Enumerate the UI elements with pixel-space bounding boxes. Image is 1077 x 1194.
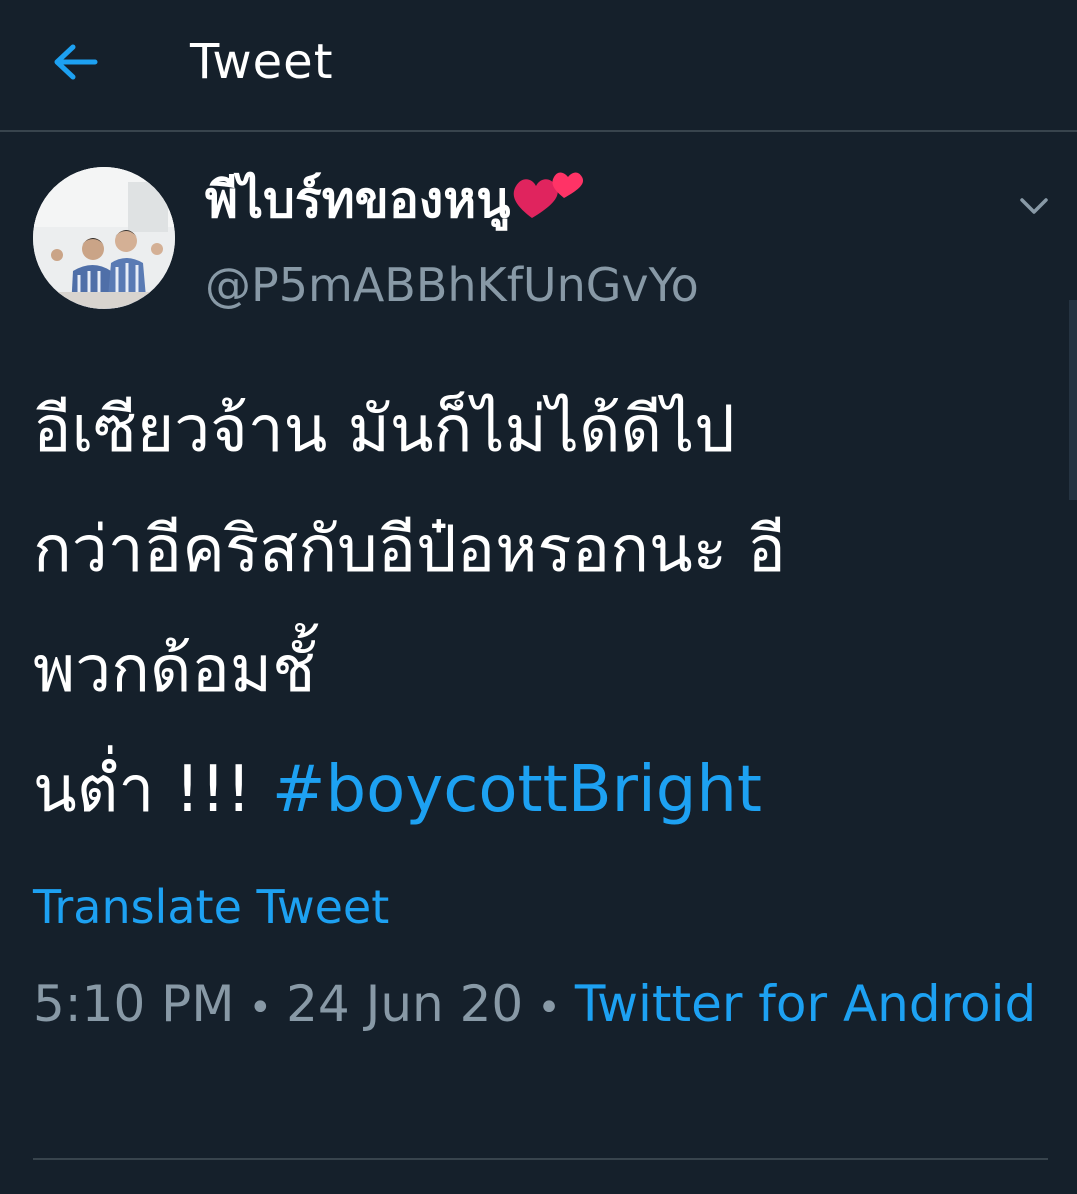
tweet-text: อีเซียวจ้าน มันก็ไม่ได้ดีไป กว่าอีคริสกั… [33, 370, 1043, 850]
two-hearts-icon [512, 162, 584, 245]
scrollbar[interactable] [1069, 300, 1077, 500]
meta-separator: • [537, 984, 561, 1031]
tweet-text-line-last: นต่ำ !!! #boycottBright [33, 730, 1043, 850]
tweet-time: 5:10 PM [33, 975, 235, 1033]
top-app-bar: Tweet [0, 0, 1077, 132]
tweet-detail-screen: Tweet พีไบร์ทของหนู @P5mABBhKfUnGvYo อีเ… [0, 0, 1077, 1194]
display-name-text: พีไบร์ทของหนู [205, 171, 511, 229]
translate-tweet-link[interactable]: Translate Tweet [33, 872, 389, 942]
divider [33, 1158, 1048, 1160]
tweet-source-link[interactable]: Twitter for Android [575, 975, 1036, 1033]
tweet-text-line: กว่าอีคริสกับอีป๋อหรอกนะ อี [33, 513, 786, 587]
display-name[interactable]: พีไบร์ทของหนู [205, 160, 584, 245]
more-options-button[interactable] [1012, 186, 1056, 226]
page-title: Tweet [190, 34, 334, 90]
tweet-text-fragment: นต่ำ !!! [33, 753, 272, 827]
avatar[interactable] [33, 167, 175, 309]
user-handle[interactable]: @P5mABBhKfUnGvYo [205, 250, 699, 320]
tweet-date: 24 Jun 20 [286, 975, 524, 1033]
tweet-metadata: 5:10 PM • 24 Jun 20 • Twitter for Android [33, 962, 1043, 1050]
hashtag-link[interactable]: #boycottBright [272, 753, 762, 827]
chevron-down-icon [1020, 198, 1048, 214]
tweet-text-line: อีเซียวจ้าน มันก็ไม่ได้ดีไป [33, 393, 735, 467]
back-button[interactable] [40, 30, 110, 94]
meta-separator: • [248, 984, 273, 1031]
tweet-text-line: พวกด้อมชั้ [33, 633, 316, 707]
avatar-photo [33, 167, 175, 309]
arrow-left-icon [54, 44, 98, 80]
